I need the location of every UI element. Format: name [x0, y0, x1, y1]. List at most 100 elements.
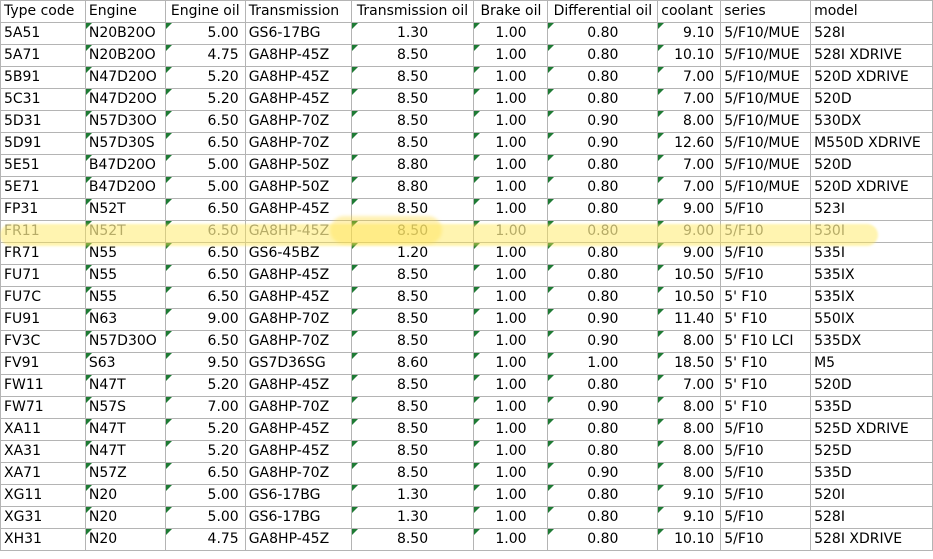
cell-transmission[interactable]: GA8HP-45Z: [244, 220, 352, 243]
cell-transmission[interactable]: GS6-17BG: [244, 22, 352, 45]
cell-differential-oil[interactable]: 0.80: [547, 198, 659, 221]
cell-engine-oil[interactable]: 7.00: [164, 396, 246, 419]
cell-transmission[interactable]: GA8HP-50Z: [244, 154, 352, 177]
cell-transmission-oil[interactable]: 8.50: [350, 308, 475, 331]
cell-engine[interactable]: N20: [84, 528, 166, 551]
cell-engine-oil[interactable]: 9.00: [164, 308, 246, 331]
cell-brake-oil[interactable]: 1.00: [473, 286, 549, 309]
cell-series[interactable]: 5/F10/MUE: [720, 176, 812, 199]
cell-series[interactable]: 5/F10: [720, 484, 812, 507]
cell-model[interactable]: 535IX: [810, 264, 933, 287]
cell-brake-oil[interactable]: 1.00: [473, 154, 549, 177]
cell-transmission[interactable]: GA8HP-70Z: [244, 110, 352, 133]
header-engine[interactable]: Engine: [84, 0, 166, 23]
cell-coolant[interactable]: 7.00: [657, 88, 722, 111]
cell-brake-oil[interactable]: 1.00: [473, 352, 549, 375]
cell-transmission-oil[interactable]: 8.50: [350, 264, 475, 287]
cell-transmission[interactable]: GS7D36SG: [244, 352, 352, 375]
cell-brake-oil[interactable]: 1.00: [473, 198, 549, 221]
cell-brake-oil[interactable]: 1.00: [473, 176, 549, 199]
cell-type-code[interactable]: FU71: [0, 264, 86, 287]
cell-transmission[interactable]: GA8HP-70Z: [244, 330, 352, 353]
cell-brake-oil[interactable]: 1.00: [473, 110, 549, 133]
cell-engine-oil[interactable]: 5.00: [164, 506, 246, 529]
cell-series[interactable]: 5/F10: [720, 418, 812, 441]
cell-brake-oil[interactable]: 1.00: [473, 242, 549, 265]
cell-model[interactable]: 528I: [810, 506, 933, 529]
cell-type-code[interactable]: FV3C: [0, 330, 86, 353]
cell-differential-oil[interactable]: 0.80: [547, 44, 659, 67]
cell-brake-oil[interactable]: 1.00: [473, 308, 549, 331]
cell-differential-oil[interactable]: 0.90: [547, 462, 659, 485]
cell-type-code[interactable]: XA31: [0, 440, 86, 463]
cell-transmission-oil[interactable]: 8.50: [350, 286, 475, 309]
cell-transmission[interactable]: GA8HP-45Z: [244, 198, 352, 221]
cell-transmission-oil[interactable]: 8.50: [350, 66, 475, 89]
cell-engine-oil[interactable]: 6.50: [164, 330, 246, 353]
cell-coolant[interactable]: 10.10: [657, 44, 722, 67]
cell-differential-oil[interactable]: 1.00: [547, 352, 659, 375]
cell-coolant[interactable]: 10.10: [657, 528, 722, 551]
cell-engine-oil[interactable]: 6.50: [164, 132, 246, 155]
cell-transmission-oil[interactable]: 8.50: [350, 528, 475, 551]
cell-coolant[interactable]: 8.00: [657, 418, 722, 441]
cell-engine-oil[interactable]: 5.00: [164, 154, 246, 177]
cell-engine-oil[interactable]: 5.00: [164, 176, 246, 199]
cell-coolant[interactable]: 8.00: [657, 440, 722, 463]
cell-transmission-oil[interactable]: 8.50: [350, 374, 475, 397]
cell-transmission-oil[interactable]: 1.30: [350, 484, 475, 507]
cell-engine-oil[interactable]: 6.50: [164, 198, 246, 221]
cell-brake-oil[interactable]: 1.00: [473, 66, 549, 89]
cell-engine-oil[interactable]: 5.20: [164, 374, 246, 397]
cell-series[interactable]: 5/F10: [720, 528, 812, 551]
cell-engine-oil[interactable]: 6.50: [164, 242, 246, 265]
cell-differential-oil[interactable]: 0.90: [547, 110, 659, 133]
cell-engine[interactable]: N57D30O: [84, 110, 166, 133]
header-coolant[interactable]: coolant: [657, 0, 722, 23]
cell-coolant[interactable]: 18.50: [657, 352, 722, 375]
cell-differential-oil[interactable]: 0.90: [547, 330, 659, 353]
cell-engine[interactable]: N52T: [84, 220, 166, 243]
cell-series[interactable]: 5/F10/MUE: [720, 22, 812, 45]
cell-transmission-oil[interactable]: 8.50: [350, 110, 475, 133]
cell-type-code[interactable]: FU7C: [0, 286, 86, 309]
cell-engine[interactable]: N47D20O: [84, 88, 166, 111]
cell-engine[interactable]: N20: [84, 506, 166, 529]
cell-transmission[interactable]: GA8HP-45Z: [244, 264, 352, 287]
cell-model[interactable]: 535I: [810, 242, 933, 265]
cell-transmission-oil[interactable]: 8.50: [350, 462, 475, 485]
cell-model[interactable]: M5: [810, 352, 933, 375]
cell-engine[interactable]: N63: [84, 308, 166, 331]
cell-engine[interactable]: N47T: [84, 374, 166, 397]
cell-coolant[interactable]: 8.00: [657, 396, 722, 419]
cell-engine-oil[interactable]: 6.50: [164, 286, 246, 309]
cell-transmission[interactable]: GA8HP-50Z: [244, 176, 352, 199]
cell-coolant[interactable]: 7.00: [657, 66, 722, 89]
cell-engine[interactable]: N57Z: [84, 462, 166, 485]
header-transmission[interactable]: Transmission: [244, 0, 352, 23]
cell-brake-oil[interactable]: 1.00: [473, 418, 549, 441]
cell-type-code[interactable]: 5E51: [0, 154, 86, 177]
cell-transmission-oil[interactable]: 1.30: [350, 506, 475, 529]
cell-differential-oil[interactable]: 0.80: [547, 264, 659, 287]
cell-transmission-oil[interactable]: 8.50: [350, 132, 475, 155]
cell-coolant[interactable]: 8.00: [657, 462, 722, 485]
cell-series[interactable]: 5/F10: [720, 506, 812, 529]
cell-transmission-oil[interactable]: 8.50: [350, 330, 475, 353]
cell-engine[interactable]: N55: [84, 242, 166, 265]
cell-differential-oil[interactable]: 0.90: [547, 132, 659, 155]
cell-coolant[interactable]: 12.60: [657, 132, 722, 155]
cell-transmission[interactable]: GA8HP-45Z: [244, 528, 352, 551]
cell-brake-oil[interactable]: 1.00: [473, 330, 549, 353]
cell-brake-oil[interactable]: 1.00: [473, 528, 549, 551]
cell-model[interactable]: 535DX: [810, 330, 933, 353]
header-transmission-oil[interactable]: Transmission oil: [350, 0, 475, 23]
cell-model[interactable]: 535D: [810, 462, 933, 485]
cell-transmission-oil[interactable]: 1.20: [350, 242, 475, 265]
cell-engine[interactable]: N52T: [84, 198, 166, 221]
cell-engine[interactable]: B47D20O: [84, 176, 166, 199]
cell-engine-oil[interactable]: 5.20: [164, 88, 246, 111]
cell-transmission-oil[interactable]: 8.50: [350, 396, 475, 419]
cell-transmission[interactable]: GA8HP-45Z: [244, 374, 352, 397]
cell-type-code[interactable]: XG11: [0, 484, 86, 507]
